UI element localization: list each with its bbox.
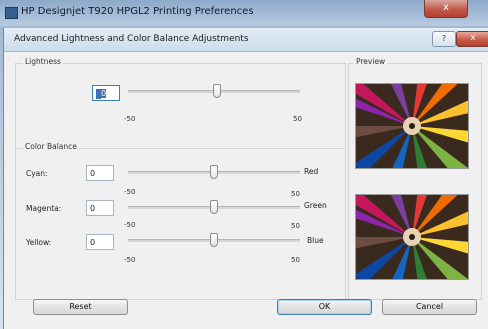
cyan-input[interactable]: 0 (86, 165, 114, 181)
background-close-button[interactable]: x (424, 0, 468, 18)
lightness-input[interactable]: 0 (92, 85, 120, 101)
lightness-input-value: 0 (101, 89, 107, 98)
dialog-titlebar: Advanced Lightness and Color Balance Adj… (4, 28, 488, 52)
lightness-group-label: Lightness (23, 57, 63, 66)
blue-label: Blue (307, 236, 324, 245)
cyan-label: Cyan: (26, 169, 48, 178)
background-window-titlebar: HP Designjet T920 HPGL2 Printing Prefere… (0, 0, 488, 26)
colored-pencils-image (356, 195, 468, 279)
magenta-label: Magenta: (26, 204, 62, 213)
lightness-min-label: -50 (124, 115, 136, 123)
ok-button[interactable]: OK (277, 299, 372, 315)
colored-pencils-image (356, 84, 468, 168)
yellow-label: Yellow: (26, 238, 52, 247)
yellow-min-label: -50 (124, 256, 136, 264)
cyan-min-label: -50 (124, 188, 136, 196)
cyan-red-slider-thumb[interactable] (210, 165, 218, 179)
reset-button[interactable]: Reset (33, 299, 128, 315)
color-balance-group-label: Color Balance (23, 142, 79, 151)
cancel-button[interactable]: Cancel (382, 299, 477, 315)
dialog-title: Advanced Lightness and Color Balance Adj… (14, 34, 249, 44)
magenta-input[interactable]: 0 (86, 200, 114, 216)
printer-icon (5, 7, 18, 19)
lightness-slider-thumb[interactable] (213, 84, 222, 98)
yellow-input[interactable]: 0 (86, 234, 114, 250)
help-button[interactable]: ? (432, 31, 456, 47)
preview-image-original (355, 83, 469, 169)
green-label: Green (304, 201, 327, 210)
yellow-max-label: 50 (291, 256, 300, 264)
magenta-max-label: 50 (291, 222, 300, 230)
preview-image-adjusted (355, 194, 469, 280)
dialog-close-button[interactable]: x (456, 31, 488, 47)
red-label: Red (304, 167, 319, 176)
cyan-max-label: 50 (291, 190, 300, 198)
yellow-blue-slider-thumb[interactable] (210, 233, 218, 247)
adjustments-dialog: Advanced Lightness and Color Balance Adj… (3, 28, 488, 329)
background-window-title: HP Designjet T920 HPGL2 Printing Prefere… (21, 6, 254, 17)
magenta-green-slider-thumb[interactable] (210, 200, 218, 214)
lightness-max-label: 50 (293, 115, 302, 123)
magenta-min-label: -50 (124, 221, 136, 229)
preview-label: Preview (354, 57, 388, 66)
